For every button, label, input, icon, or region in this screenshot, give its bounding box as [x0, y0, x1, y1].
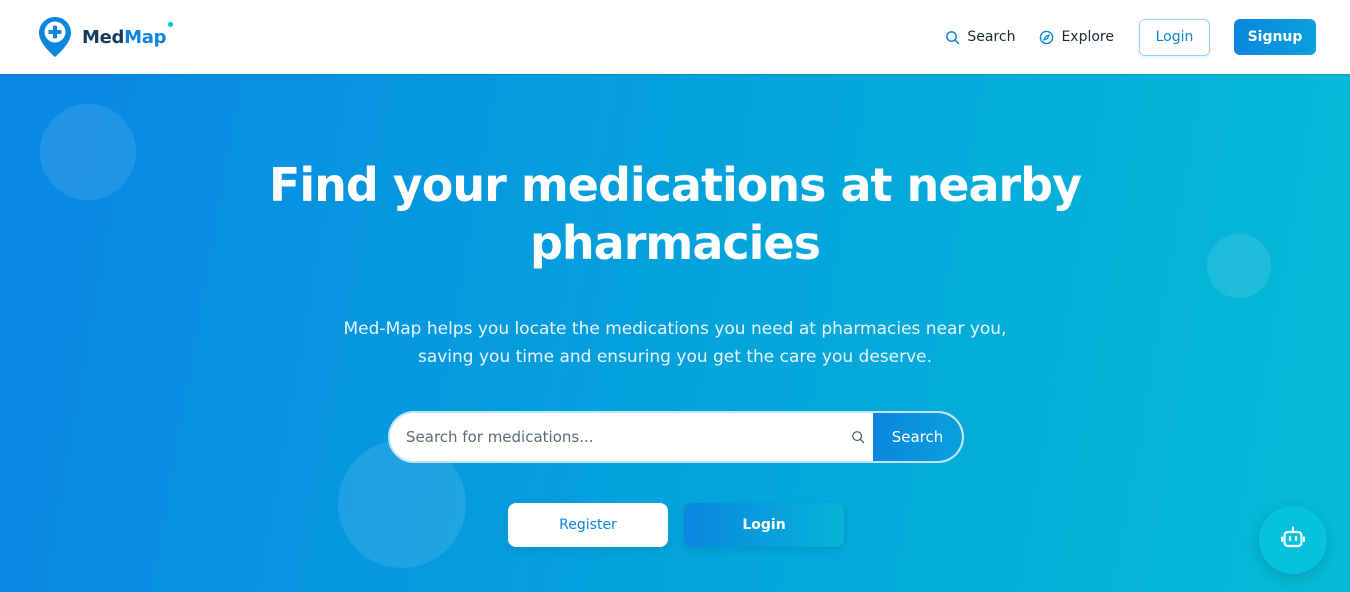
nav-explore-link[interactable]: Explore: [1039, 29, 1114, 45]
decorative-bubble: [40, 104, 136, 200]
nav-search-link[interactable]: Search: [945, 29, 1015, 45]
map-pin-plus-icon: [38, 16, 72, 58]
brand-name-part2: Map: [124, 26, 167, 48]
hero-login-button[interactable]: Login: [684, 503, 844, 547]
nav-explore-label: Explore: [1061, 29, 1114, 45]
chatbot-button[interactable]: [1259, 506, 1327, 574]
hero-title: Find your medications at nearby pharmaci…: [268, 158, 1082, 270]
brand-logo[interactable]: MedMap: [38, 16, 175, 58]
medication-search-bar: Search: [388, 411, 964, 463]
medication-search-input[interactable]: [390, 413, 851, 461]
robot-icon: [1280, 525, 1306, 556]
brand-name: MedMap: [82, 20, 175, 48]
search-icon: [945, 30, 960, 45]
register-button[interactable]: Register: [508, 503, 668, 547]
nav-search-label: Search: [967, 29, 1016, 45]
search-submit-button[interactable]: Search: [873, 413, 962, 461]
brand-name-part1: Med: [82, 26, 125, 48]
main-nav: Search Explore Login Signup: [945, 18, 1316, 56]
search-icon: [851, 430, 865, 444]
header-signup-button[interactable]: Signup: [1234, 19, 1316, 55]
compass-icon: [1039, 30, 1054, 45]
header-login-button[interactable]: Login: [1139, 18, 1210, 56]
hero-section: Find your medications at nearby pharmaci…: [0, 74, 1350, 592]
hero-subtitle: Med-Map helps you locate the medications…: [343, 319, 1007, 367]
top-nav-bar: MedMap Search Explore Login Signup: [0, 0, 1350, 74]
brand-status-dot: [167, 20, 175, 28]
decorative-bubble: [1207, 234, 1271, 298]
